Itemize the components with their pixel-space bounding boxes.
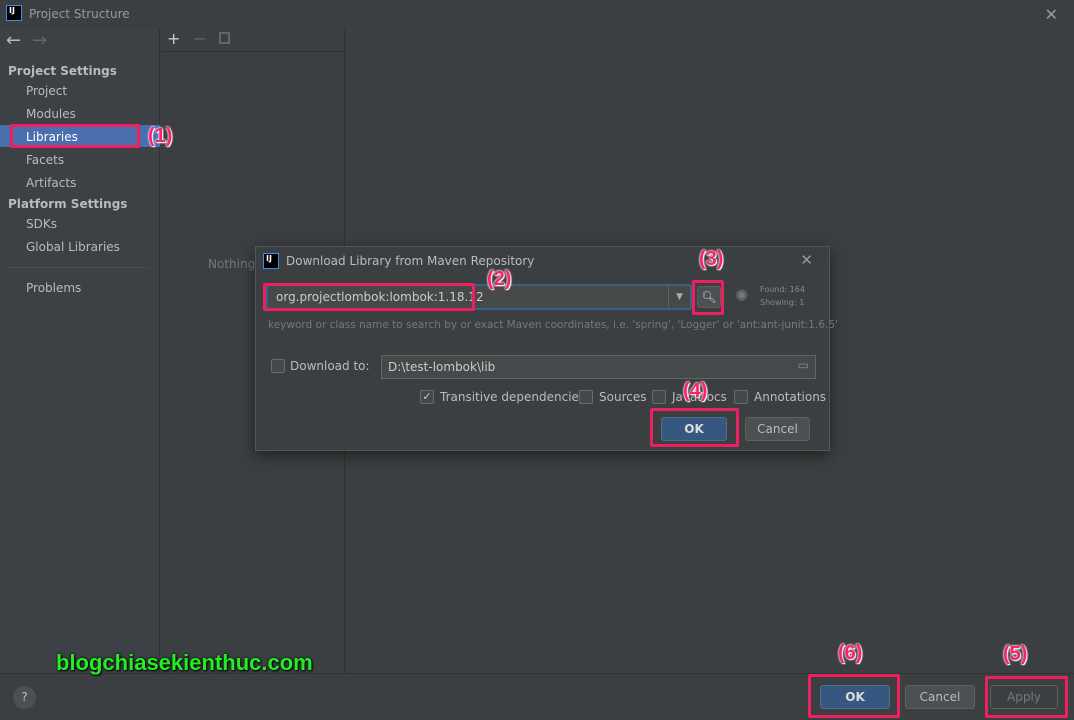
platform-settings-heading: Platform Settings (8, 197, 128, 211)
sidebar-item-sdks[interactable]: SDKs (26, 217, 57, 231)
annotation-label-2: (2) (487, 268, 512, 290)
close-icon[interactable]: ✕ (1045, 5, 1058, 24)
javadocs-checkbox[interactable] (652, 390, 666, 404)
annotation-box-5 (985, 676, 1068, 718)
dialog-title: Download Library from Maven Repository (286, 254, 535, 268)
download-to-label: Download to: (290, 359, 370, 373)
annotation-box-1 (10, 124, 140, 148)
divider (8, 267, 150, 268)
window-title: Project Structure (29, 7, 130, 21)
found-count: Found: 164 (760, 285, 805, 294)
project-settings-heading: Project Settings (8, 64, 117, 78)
annotation-box-6 (808, 674, 900, 718)
annotation-label-5: (5) (1003, 643, 1028, 665)
download-path-value: D:\test-lombok\lib (388, 360, 496, 374)
title-bar: IJ Project Structure ✕ (0, 0, 1074, 28)
library-toolbar: + − (161, 28, 345, 52)
annotation-label-1: (1) (148, 125, 173, 147)
search-hint: keyword or class name to search by or ex… (268, 319, 838, 331)
maven-download-dialog: IJ Download Library from Maven Repositor… (255, 246, 838, 451)
remove-icon[interactable]: − (193, 29, 206, 48)
back-arrow-icon[interactable]: ← (6, 30, 21, 51)
download-to-checkbox[interactable] (271, 359, 285, 373)
watermark: blogchiasekienthuc.com (56, 650, 313, 675)
annotation-box-3 (692, 280, 724, 315)
transitive-dependencies-checkbox[interactable]: ✓ (420, 390, 434, 404)
annotation-box-4 (650, 408, 739, 447)
annotation-label-4: (4) (683, 380, 708, 402)
intellij-logo-icon: IJ (263, 253, 279, 269)
cancel-button[interactable]: Cancel (905, 685, 975, 709)
sidebar-item-problems[interactable]: Problems (26, 281, 81, 295)
loading-spinner-icon: ✺ (735, 286, 749, 305)
annotation-label-3: (3) (699, 248, 724, 270)
dialog-cancel-button[interactable]: Cancel (745, 417, 810, 441)
folder-icon[interactable]: ▭ (798, 358, 809, 372)
annotations-label: Annotations (754, 390, 827, 404)
sidebar-item-global-libraries[interactable]: Global Libraries (26, 240, 120, 254)
forward-arrow-icon[interactable]: → (32, 30, 47, 51)
empty-text: Nothing (208, 257, 256, 271)
sidebar-item-modules[interactable]: Modules (26, 107, 76, 121)
sidebar-item-project[interactable]: Project (26, 84, 67, 98)
sources-label: Sources (599, 390, 647, 404)
download-path-field[interactable]: D:\test-lombok\lib ▭ (381, 355, 816, 379)
annotation-box-2 (263, 283, 475, 311)
footer-bar: ? OK Cancel Apply (0, 673, 1074, 720)
intellij-logo-icon: IJ (6, 5, 22, 21)
annotations-checkbox[interactable] (734, 390, 748, 404)
chevron-down-icon[interactable]: ▼ (668, 286, 690, 308)
copy-icon[interactable] (219, 32, 230, 44)
sidebar-item-artifacts[interactable]: Artifacts (26, 176, 76, 190)
help-button[interactable]: ? (13, 686, 36, 709)
annotation-label-6: (6) (838, 642, 863, 664)
showing-count: Showing: 1 (760, 298, 805, 307)
transitive-dependencies-label: Transitive dependencies (440, 390, 586, 404)
add-icon[interactable]: + (167, 29, 180, 48)
sidebar-item-facets[interactable]: Facets (26, 153, 64, 167)
sources-checkbox[interactable] (579, 390, 593, 404)
dialog-close-icon[interactable]: ✕ (800, 251, 813, 269)
